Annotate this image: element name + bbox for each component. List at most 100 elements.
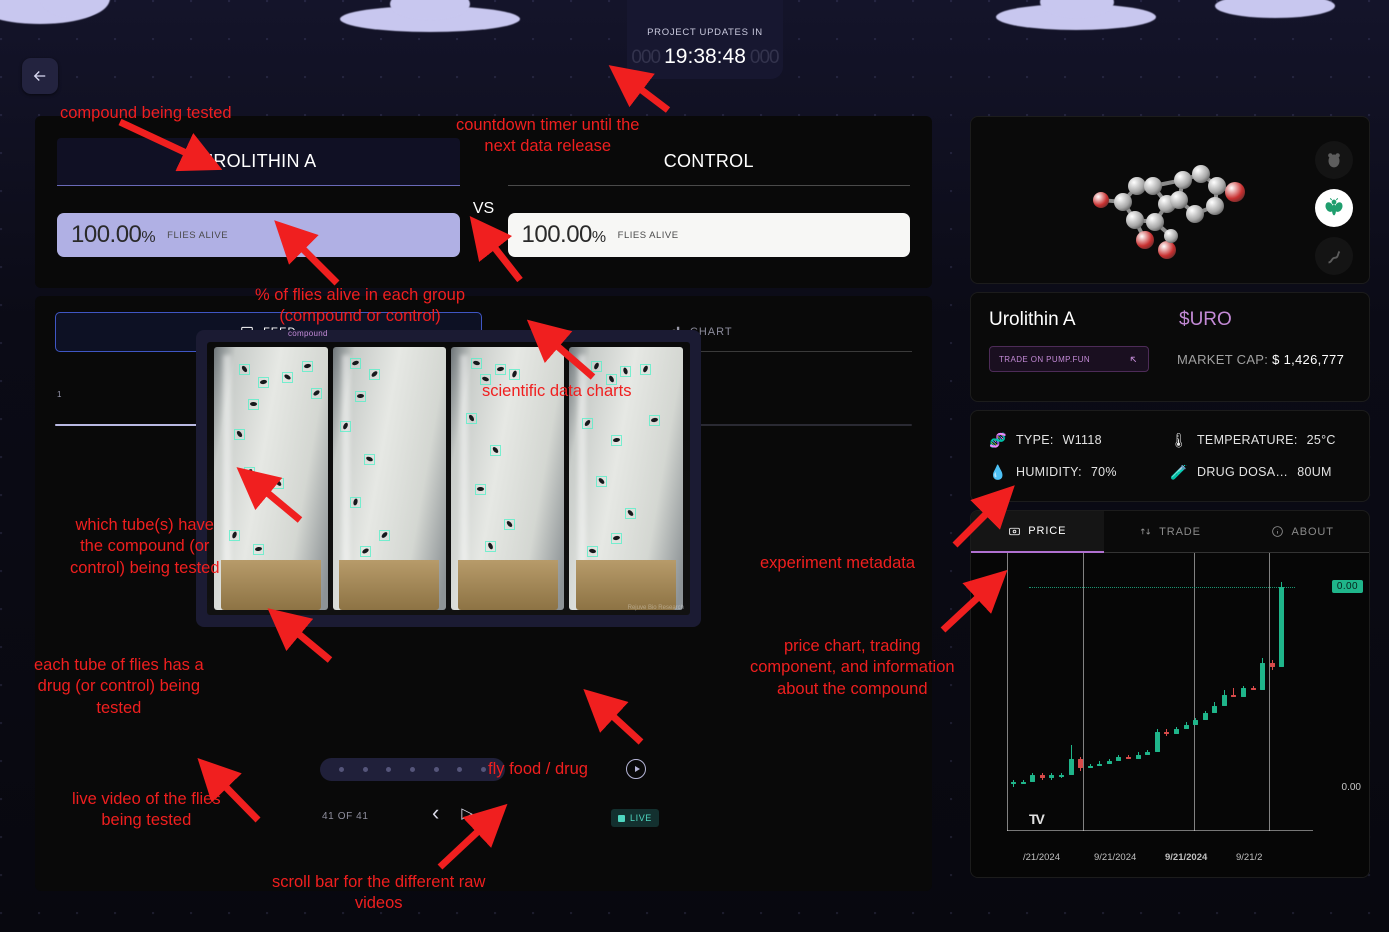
thermometer-icon: 🌡 bbox=[1170, 430, 1188, 450]
countdown-ghost-right: 000 bbox=[750, 47, 779, 69]
market-cap-label: MARKET CAP: bbox=[1177, 352, 1268, 367]
token-name: Urolithin A bbox=[989, 309, 1179, 331]
countdown-label: PROJECT UPDATES IN bbox=[647, 27, 763, 38]
chart-x-axis: /21/2024 9/21/2024 9/21/2024 9/21/2 bbox=[971, 852, 1369, 863]
market-cap: MARKET CAP: $ 1,426,777 bbox=[1177, 352, 1344, 367]
worm-icon bbox=[1323, 245, 1345, 267]
fly-detection-box bbox=[649, 415, 660, 426]
fly-vial bbox=[451, 347, 565, 609]
fly-detection-box bbox=[360, 546, 371, 557]
molecule-atom bbox=[1114, 193, 1132, 211]
fly-detection-box bbox=[350, 497, 361, 508]
fly-detection-box bbox=[253, 544, 264, 555]
video-frame[interactable]: Rejuve Bio Research bbox=[207, 342, 690, 615]
mouse-icon bbox=[1323, 149, 1345, 171]
fly-detection-box bbox=[466, 413, 477, 424]
fly-detection-box bbox=[239, 364, 250, 375]
fly-detection-box bbox=[490, 445, 501, 456]
video-prev-button[interactable]: ‹ bbox=[432, 802, 439, 824]
molecule-atom bbox=[1192, 165, 1210, 183]
scrubber-dot[interactable] bbox=[363, 767, 368, 772]
arrow-left-icon bbox=[31, 67, 49, 85]
stat-spacer bbox=[460, 213, 508, 257]
swap-icon bbox=[1139, 525, 1152, 538]
control-underline bbox=[508, 185, 911, 186]
trade-on-pumpfun-button[interactable]: TRADE ON PUMP.FUN bbox=[989, 346, 1149, 372]
video-play-button[interactable]: ▷ bbox=[461, 804, 473, 822]
molecule-atom bbox=[1146, 213, 1164, 231]
fly-detection-box bbox=[282, 372, 293, 383]
tab-price[interactable]: PRICE bbox=[971, 511, 1104, 553]
fly-detection-box bbox=[606, 374, 617, 385]
compound-alive-value: 100.00% bbox=[71, 221, 155, 249]
molecule-viewer[interactable] bbox=[970, 116, 1370, 284]
token-ticker: $URO bbox=[1179, 309, 1232, 331]
molecule-atom bbox=[1158, 241, 1176, 259]
species-fly-button[interactable] bbox=[1315, 189, 1353, 227]
scrubber-dot[interactable] bbox=[434, 767, 439, 772]
fly-detection-box bbox=[485, 541, 496, 552]
info-icon bbox=[1271, 525, 1284, 538]
control-alive-label: FLIES ALIVE bbox=[618, 230, 679, 241]
tradingview-chart[interactable]: 0.00 0.00 TV /21/2024 9/21/2024 9/21/202… bbox=[971, 553, 1369, 877]
molecule-atom bbox=[1164, 229, 1178, 243]
metadata-humidity-label: HUMIDITY: bbox=[1016, 465, 1082, 479]
scrubber-dot[interactable] bbox=[386, 767, 391, 772]
species-mouse-button[interactable] bbox=[1315, 141, 1353, 179]
molecule-atom bbox=[1225, 182, 1245, 202]
fly-detection-box bbox=[248, 399, 259, 410]
fly-detection-box bbox=[475, 484, 486, 495]
vial-icon: 🧪 bbox=[1170, 462, 1188, 482]
video-credit: Rejuve Bio Research bbox=[628, 605, 684, 611]
fly-detection-box bbox=[369, 369, 380, 380]
molecule-atom bbox=[1174, 171, 1192, 189]
video-play-circle-button[interactable] bbox=[626, 759, 646, 779]
metadata-temperature: 🌡 TEMPERATURE: 25°C bbox=[1170, 430, 1351, 450]
scrubber-dot[interactable] bbox=[481, 767, 486, 772]
molecule-model bbox=[1075, 140, 1265, 260]
back-button[interactable] bbox=[22, 58, 58, 94]
scrubber-dot[interactable] bbox=[410, 767, 415, 772]
live-badge[interactable]: LIVE bbox=[611, 809, 659, 827]
chart-zero-label: 0.00 bbox=[1342, 782, 1361, 793]
metadata-type-label: TYPE: bbox=[1016, 433, 1054, 447]
fly-detection-box bbox=[591, 361, 602, 372]
fly-detection-box bbox=[480, 374, 491, 385]
chart-gridline bbox=[1007, 553, 1008, 831]
versus-panel: UROLITHIN A VS CONTROL 100.00% FLIES ALI… bbox=[35, 116, 932, 288]
metadata-dosage-label: DRUG DOSA… bbox=[1197, 465, 1288, 479]
scrubber-dot[interactable] bbox=[339, 767, 344, 772]
fly-vial bbox=[569, 347, 683, 609]
live-badge-label: LIVE bbox=[630, 813, 652, 823]
video-next-button[interactable]: › bbox=[495, 802, 502, 824]
x-tick: 9/21/2 bbox=[1236, 852, 1307, 863]
fly-detection-box bbox=[379, 530, 390, 541]
tab-about[interactable]: ABOUT bbox=[1236, 511, 1369, 553]
video-scrubber-dots[interactable] bbox=[320, 758, 505, 781]
dna-icon: 🧬 bbox=[989, 430, 1007, 450]
fly-detection-box bbox=[364, 454, 375, 465]
fly-detection-box bbox=[495, 364, 506, 375]
species-selector bbox=[1315, 141, 1353, 275]
fly-vial bbox=[214, 347, 328, 609]
fly-detection-box bbox=[620, 366, 631, 377]
water-drop-icon: 💧 bbox=[989, 462, 1007, 482]
compound-title: UROLITHIN A bbox=[200, 151, 316, 172]
fly-detection-box bbox=[587, 546, 598, 557]
species-worm-button[interactable] bbox=[1315, 237, 1353, 275]
fly-detection-box bbox=[640, 364, 651, 375]
scrubber-dot[interactable] bbox=[457, 767, 462, 772]
pump-button-label: TRADE ON PUMP.FUN bbox=[999, 355, 1090, 364]
molecule-atom bbox=[1208, 177, 1226, 195]
fly-icon bbox=[1323, 197, 1345, 219]
metadata-type: 🧬 TYPE: W1118 bbox=[989, 430, 1170, 450]
fly-detection-box bbox=[596, 476, 607, 487]
molecule-atom bbox=[1136, 231, 1154, 249]
video-player[interactable]: compound Rejuve Bio Research bbox=[196, 330, 701, 627]
tab-trade[interactable]: TRADE bbox=[1104, 511, 1237, 553]
fly-detection-box bbox=[625, 508, 636, 519]
compound-alive-label: FLIES ALIVE bbox=[167, 230, 228, 241]
chart-gridline bbox=[1083, 553, 1084, 831]
metadata-dosage: 🧪 DRUG DOSA… 80UM bbox=[1170, 462, 1351, 482]
control-alive-stat: 100.00% FLIES ALIVE bbox=[508, 213, 911, 257]
